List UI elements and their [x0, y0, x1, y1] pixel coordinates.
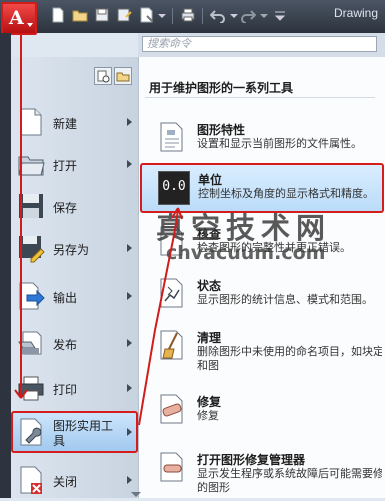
wrench-icon — [20, 418, 42, 446]
menu-item-label: 打开 — [53, 159, 78, 173]
open-documents-icon[interactable] — [114, 67, 132, 85]
new-document-icon — [20, 108, 42, 136]
new-icon[interactable] — [50, 7, 66, 23]
redo-icon[interactable] — [240, 7, 256, 23]
chevron-right-icon — [127, 339, 132, 347]
chevron-right-icon — [127, 292, 132, 300]
drawing-properties-icon — [160, 122, 183, 152]
plot-preview-icon[interactable] — [138, 7, 154, 23]
title-bar: A Drawing — [0, 0, 385, 35]
item-title: 清理 — [197, 331, 222, 345]
utility-drawing-properties[interactable]: 图形特性 设置和显示当前图形的文件属性。 — [139, 113, 385, 163]
menu-item-drawing-utilities[interactable]: 图形实用工具 — [11, 411, 138, 453]
printer-icon — [18, 376, 44, 401]
purge-icon — [160, 330, 183, 360]
item-description: 设置和显示当前图形的文件属性。 — [197, 138, 362, 150]
menu-item-print[interactable]: 打印 — [11, 367, 138, 409]
chevron-right-icon — [127, 118, 132, 126]
menu-item-publish[interactable]: 发布 — [11, 322, 138, 364]
toolbar-separator — [202, 8, 203, 24]
chevron-down-icon[interactable] — [256, 7, 272, 23]
save-as-icon[interactable] — [116, 7, 132, 23]
open-icon[interactable] — [72, 7, 88, 23]
utility-purge[interactable]: 清理 删除图形中未使用的命名项目，如块定义和图 和图 — [139, 321, 385, 379]
utility-drawing-recovery-manager[interactable]: 打开图形修复管理器 显示发生程序或系统故障后可能需要修复 的图形 — [139, 443, 385, 498]
drawing-utilities-panel: 用于维护图形的一系列工具 图形特性 设置和显示当前图形的文件属性。 0.0 单位… — [138, 57, 385, 498]
chevron-right-icon — [127, 160, 132, 168]
window-title: Drawing — [334, 6, 379, 20]
publish-icon — [18, 331, 42, 355]
utility-recover[interactable]: 修复 修复 — [139, 385, 385, 435]
item-description: 显示发生程序或系统故障后可能需要修复 — [197, 468, 382, 480]
open-folder-icon — [18, 156, 45, 176]
customize-toolbar-icon[interactable] — [272, 7, 288, 23]
application-menu-list: 新建 打开 保存 另存为 输出 发布 打印 图形实用工具 关闭 — [11, 57, 138, 498]
menu-item-label: 输出 — [53, 291, 78, 305]
save-disk-icon — [19, 194, 43, 218]
recovery-manager-icon — [160, 452, 183, 482]
save-as-icon — [19, 236, 45, 263]
item-title: 单位 — [198, 173, 223, 187]
export-icon — [19, 282, 45, 310]
item-title: 状态 — [197, 279, 222, 293]
undo-icon[interactable] — [210, 7, 226, 23]
dropdown-icon[interactable] — [154, 7, 170, 23]
recover-icon — [160, 394, 183, 424]
recent-documents-icon[interactable] — [94, 67, 112, 85]
chevron-down-icon — [27, 23, 33, 27]
menu-item-label: 关闭 — [53, 475, 78, 489]
panel-header: 用于维护图形的一系列工具 — [139, 57, 385, 95]
chevron-right-icon — [127, 476, 132, 484]
status-icon — [160, 278, 183, 308]
item-title: 修复 — [197, 395, 222, 409]
item-description: 控制坐标及角度的显示格式和精度。 — [198, 188, 374, 200]
scroll-down-icon[interactable] — [131, 492, 141, 497]
menu-item-open[interactable]: 打开 — [11, 143, 138, 185]
save-icon[interactable] — [94, 7, 110, 23]
menu-item-save-as[interactable]: 另存为 — [11, 227, 138, 269]
chevron-right-icon — [127, 244, 132, 252]
panel-title: 用于维护图形的一系列工具 — [149, 81, 294, 95]
menu-item-save[interactable]: 保存 — [11, 185, 138, 227]
search-bar: 搜索命令 — [138, 33, 385, 57]
menu-item-label: 新建 — [53, 117, 78, 131]
chevron-right-icon — [127, 384, 132, 392]
application-menu-button[interactable]: A — [1, 2, 37, 35]
toolbar-separator — [172, 8, 173, 24]
menu-item-label: 发布 — [53, 338, 78, 352]
autocad-logo-icon: A — [9, 7, 24, 29]
item-title: 打开图形修复管理器 — [197, 453, 306, 467]
watermark-url: chvacuum.com — [166, 242, 326, 264]
item-description-line2: 的图形 — [197, 482, 230, 494]
item-description: 显示图形的统计信息、模式和范围。 — [197, 294, 373, 306]
chevron-right-icon — [127, 428, 132, 436]
item-description: 修复 — [197, 410, 219, 422]
item-description-line2: 和图 — [197, 360, 219, 372]
divider — [145, 97, 375, 98]
print-icon[interactable] — [180, 7, 196, 23]
watermark-text: 真空技术网 — [156, 211, 332, 245]
menu-item-label: 另存为 — [53, 243, 90, 257]
view-toggle-group — [94, 67, 134, 87]
menu-item-label: 图形实用工具 — [53, 419, 114, 448]
close-document-icon — [20, 466, 42, 494]
item-description: 删除图形中未使用的命名项目，如块定义和图 — [197, 346, 382, 358]
item-title: 图形特性 — [197, 123, 246, 137]
menu-item-close[interactable]: 关闭 — [11, 459, 138, 501]
units-icon: 0.0 — [158, 171, 190, 205]
utility-status[interactable]: 状态 显示图形的统计信息、模式和范围。 — [139, 269, 385, 319]
menu-item-label: 保存 — [53, 201, 78, 215]
left-rail — [0, 33, 11, 498]
menu-item-new[interactable]: 新建 — [11, 101, 138, 143]
menu-item-label: 打印 — [53, 383, 78, 397]
menu-item-export[interactable]: 输出 — [11, 275, 138, 317]
search-input[interactable]: 搜索命令 — [142, 36, 377, 52]
